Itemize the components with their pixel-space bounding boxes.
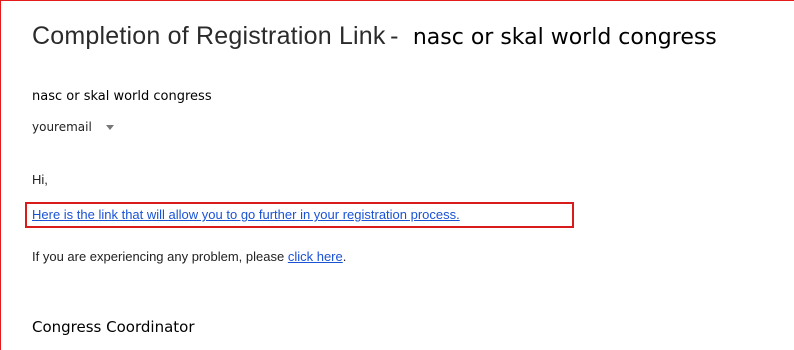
recipient-row: youremail (32, 120, 114, 134)
email-subject: Completion of Registration Link - nasc o… (32, 20, 717, 56)
subject-separator: - (390, 22, 399, 50)
click-here-link[interactable]: click here (288, 249, 343, 264)
signature: Congress Coordinator (32, 318, 195, 336)
problem-text: If you are experiencing any problem, ple… (32, 249, 288, 264)
problem-text-end: . (342, 249, 347, 264)
caret-down-icon[interactable] (105, 125, 114, 130)
registration-link[interactable]: Here is the link that will allow you to … (32, 207, 460, 222)
recipient-label: youremail (32, 120, 92, 134)
subject-title: Completion of Registration Link (32, 22, 386, 50)
sender-name: nasc or skal world congress (32, 89, 212, 104)
problem-line: If you are experiencing any problem, ple… (32, 249, 346, 264)
greeting: Hi, (32, 172, 48, 187)
subject-sender: nasc or skal world congress (412, 25, 717, 50)
